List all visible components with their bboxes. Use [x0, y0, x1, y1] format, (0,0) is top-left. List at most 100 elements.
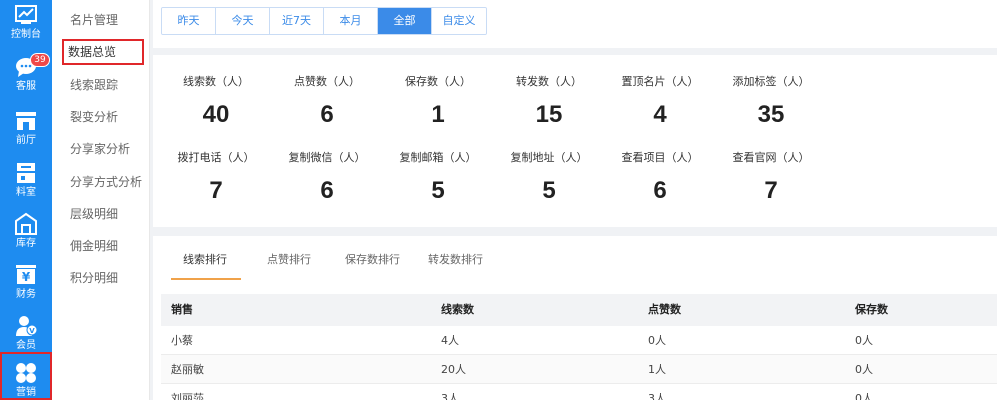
filter-custom[interactable]: 自定义 — [432, 8, 486, 34]
nav-item-label: 料室 — [16, 187, 36, 198]
column-header[interactable]: 点赞数 — [648, 294, 681, 326]
stat-title: 复制邮箱（人） — [399, 151, 477, 164]
stat-website-views: 查看官网（人） 7 — [716, 151, 826, 205]
stat-address-copies: 复制地址（人） 5 — [494, 151, 604, 205]
storefront-icon — [16, 112, 36, 130]
nav-item-label: 客服 — [16, 81, 36, 92]
stat-title: 线索数（人） — [183, 75, 249, 88]
nav-item-label: 控制台 — [11, 29, 41, 40]
main-content: 昨天 今天 近7天 本月 全部 自定义 线索数（人） 40 点赞数（人） 6 保… — [153, 0, 997, 400]
stat-calls: 拨打电话（人） 7 — [161, 151, 271, 205]
tab-share-ranking[interactable]: 转发数排行 — [428, 253, 483, 267]
stat-title: 复制地址（人） — [510, 151, 588, 164]
stat-value: 7 — [209, 177, 223, 204]
table-cell: 20人 — [441, 363, 466, 376]
stat-tags-added: 添加标签（人） 35 — [716, 75, 826, 129]
nav-item-finance[interactable]: ¥ 财务 — [0, 262, 52, 312]
submenu-item-level-detail[interactable]: 层级明细 — [64, 201, 150, 227]
stat-pinned-cards: 置顶名片（人） 4 — [605, 75, 715, 129]
active-tab-indicator — [171, 278, 241, 280]
submenu-item-sharer-analysis[interactable]: 分享家分析 — [64, 136, 150, 162]
column-header[interactable]: 销售 — [171, 294, 193, 326]
stat-value: 6 — [320, 177, 334, 204]
stat-title: 复制微信（人） — [288, 151, 366, 164]
table-cell: 3人 — [441, 392, 459, 400]
stat-email-copies: 复制邮箱（人） 5 — [383, 151, 493, 205]
stat-value: 5 — [431, 177, 445, 204]
nav-item-kitchen[interactable]: 料室 — [0, 160, 52, 210]
nav-item-service[interactable]: 39 客服 — [0, 53, 52, 104]
nav-item-dashboard[interactable]: 控制台 — [0, 2, 52, 52]
nav-item-front-hall[interactable]: 前厅 — [0, 108, 52, 158]
table-cell: 0人 — [648, 334, 666, 347]
table-body: 小蔡 4人 0人 0人 赵丽敏 20人 1人 0人 刘丽莎 3人 3人 0人 — [161, 326, 997, 400]
date-filter-bar: 昨天 今天 近7天 本月 全部 自定义 — [153, 0, 997, 48]
filter-today[interactable]: 今天 — [216, 8, 270, 34]
table-row[interactable]: 小蔡 4人 0人 0人 — [161, 326, 997, 355]
grid-icon — [16, 363, 36, 383]
tab-save-ranking[interactable]: 保存数排行 — [345, 253, 400, 267]
stat-wechat-copies: 复制微信（人） 6 — [272, 151, 382, 205]
submenu-item-card-management[interactable]: 名片管理 — [64, 7, 150, 33]
stat-saves: 保存数（人） 1 — [383, 75, 493, 129]
svg-text:¥: ¥ — [22, 270, 31, 284]
stat-value: 35 — [757, 101, 785, 128]
primary-nav: 控制台 39 客服 前厅 料室 库存 ¥ 财务 V 会员 营销 — [0, 0, 52, 400]
submenu-item-lead-tracking[interactable]: 线索跟踪 — [64, 72, 150, 98]
table-row[interactable]: 刘丽莎 3人 3人 0人 — [161, 384, 997, 400]
submenu-item-share-method-analysis[interactable]: 分享方式分析 — [64, 169, 150, 195]
table-cell: 3人 — [648, 392, 666, 400]
yuan-icon: ¥ — [16, 265, 36, 284]
column-header[interactable]: 线索数 — [441, 294, 474, 326]
table-cell: 4人 — [441, 334, 459, 347]
stat-project-views: 查看项目（人） 6 — [605, 151, 715, 205]
stat-title: 转发数（人） — [516, 75, 582, 88]
table-cell: 1人 — [648, 363, 666, 376]
nav-item-label: 库存 — [16, 238, 36, 249]
kitchen-icon — [17, 163, 35, 183]
stat-value: 5 — [542, 177, 556, 204]
stat-leads: 线索数（人） 40 — [161, 75, 271, 129]
filter-yesterday[interactable]: 昨天 — [162, 8, 216, 34]
stat-value: 1 — [431, 101, 445, 128]
nav-item-label: 会员 — [16, 340, 36, 351]
nav-item-inventory[interactable]: 库存 — [0, 211, 52, 261]
ranking-table: 销售 线索数 点赞数 保存数 小蔡 4人 0人 0人 赵丽敏 20人 1人 0人 — [161, 294, 997, 400]
stat-title: 置顶名片（人） — [621, 75, 699, 88]
nav-item-label: 前厅 — [16, 135, 36, 146]
table-row[interactable]: 赵丽敏 20人 1人 0人 — [161, 355, 997, 384]
tab-lead-ranking[interactable]: 线索排行 — [183, 253, 227, 267]
filter-this-month[interactable]: 本月 — [324, 8, 378, 34]
submenu-item-data-overview[interactable]: 数据总览 — [62, 39, 144, 65]
stat-title: 点赞数（人） — [294, 75, 360, 88]
stat-value: 15 — [535, 101, 563, 128]
warehouse-icon — [15, 212, 37, 235]
date-range-segmented: 昨天 今天 近7天 本月 全部 自定义 — [161, 7, 487, 35]
table-cell: 0人 — [855, 363, 873, 376]
submenu-item-commission-detail[interactable]: 佣金明细 — [64, 233, 150, 259]
stat-value: 4 — [653, 101, 667, 128]
submenu-item-fission-analysis[interactable]: 裂变分析 — [64, 104, 150, 130]
nav-item-marketing[interactable]: 营销 — [0, 352, 52, 400]
stat-title: 查看项目（人） — [621, 151, 699, 164]
table-cell: 刘丽莎 — [171, 392, 204, 400]
nav-item-label: 营销 — [16, 387, 36, 398]
stats-panel: 线索数（人） 40 点赞数（人） 6 保存数（人） 1 转发数（人） 15 置顶… — [153, 55, 997, 227]
submenu: 名片管理 数据总览 线索跟踪 裂变分析 分享家分析 分享方式分析 层级明细 佣金… — [52, 0, 150, 400]
stat-value: 6 — [653, 177, 667, 204]
table-cell: 0人 — [855, 334, 873, 347]
filter-all[interactable]: 全部 — [378, 8, 432, 34]
filter-last-7-days[interactable]: 近7天 — [270, 8, 324, 34]
nav-item-label: 财务 — [16, 289, 36, 300]
table-cell: 0人 — [855, 392, 873, 400]
stat-value: 40 — [202, 101, 230, 128]
stat-title: 保存数（人） — [405, 75, 471, 88]
stat-title: 查看官网（人） — [732, 151, 810, 164]
tab-like-ranking[interactable]: 点赞排行 — [267, 253, 311, 267]
column-header[interactable]: 保存数 — [855, 294, 888, 326]
member-icon: V — [16, 316, 38, 336]
stat-title: 拨打电话（人） — [177, 151, 255, 164]
stat-value: 6 — [320, 101, 334, 128]
submenu-item-points-detail[interactable]: 积分明细 — [64, 265, 150, 291]
table-cell: 小蔡 — [171, 334, 193, 347]
